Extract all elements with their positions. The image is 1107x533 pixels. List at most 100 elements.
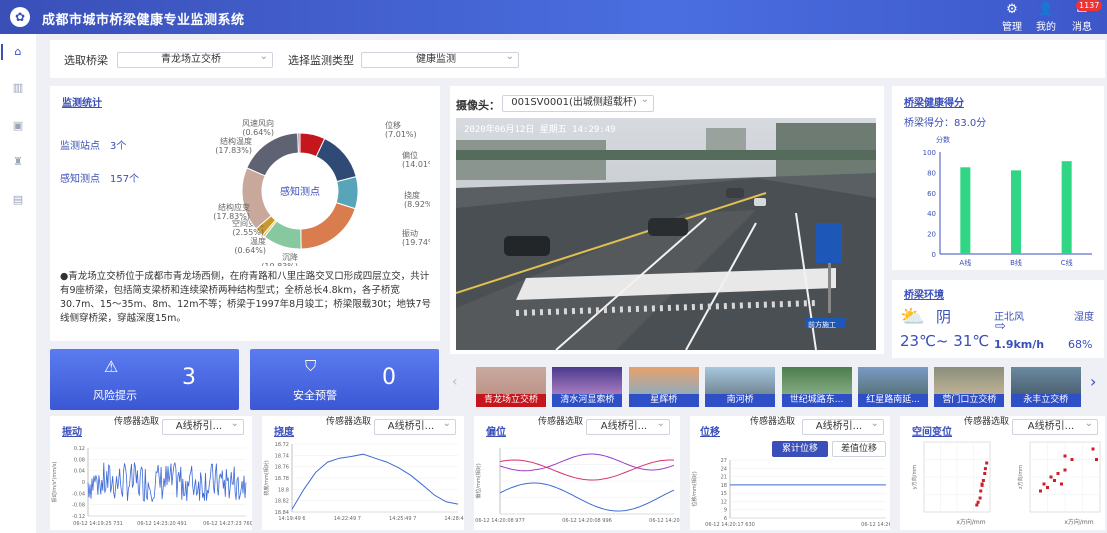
space-xlabel: x方向/mm [956, 518, 985, 526]
score-bar[interactable] [1011, 170, 1021, 254]
xtick-label: 06-12 14:27:23 760 [203, 521, 252, 527]
score-ytick: 40 [927, 210, 936, 218]
humidity-label: 湿度 [1074, 312, 1094, 323]
donut-pct: (0.64%) [242, 128, 274, 137]
space-offset-title: 空间变位 [912, 427, 952, 438]
camera-select[interactable]: 001SV0001(出城侧超载杆) [502, 95, 654, 112]
bridge-thumb-caption: 青龙场立交桥 [476, 394, 546, 407]
space-offset-point [1095, 458, 1098, 461]
donut-pct: (8.92%) [404, 200, 430, 209]
space-xlabel: x方向/mm [1064, 518, 1093, 526]
bridge-thumb[interactable]: 营门口立交桥 [934, 367, 1005, 407]
space-offset-point [975, 503, 979, 507]
deflection-chart: 18.7218.7418.7618.7818.818.8218.8414:19:… [263, 442, 464, 522]
points-value: 157个 [110, 174, 140, 185]
document-icon[interactable]: ▤ [10, 192, 26, 208]
diff-disp-button[interactable]: 差值位移 [832, 441, 886, 457]
stats-title: 监测统计 [62, 98, 102, 109]
stations-value: 3个 [110, 141, 127, 152]
xtick-label: 14:28:49 7 [444, 516, 464, 522]
vibration-title: 振动 [62, 427, 82, 438]
home-icon[interactable]: ⌂ [1, 44, 26, 60]
chart-icon[interactable]: ▥ [10, 80, 26, 96]
space-offset-point [983, 472, 987, 475]
ytick-label: 24 [721, 466, 727, 472]
logo-icon: ✿ [10, 7, 30, 27]
user-icon: 👤 [1037, 2, 1055, 17]
score-bar[interactable] [960, 167, 971, 254]
bridge-thumb[interactable]: 青龙场立交桥 [476, 367, 546, 407]
bridge-thumb-caption: 永丰立交桥 [1010, 394, 1081, 407]
donut-pct: (7.01%) [385, 130, 417, 139]
offset-sensor-select[interactable]: A线桥引... [586, 419, 670, 435]
vibration-sensor-select[interactable]: A线桥引... [162, 419, 244, 435]
deflection-sensor-select[interactable]: A线桥引... [374, 419, 456, 435]
space-sensor-select[interactable]: A线桥引... [1012, 419, 1098, 435]
donut-pct: (17.83%) [213, 212, 250, 221]
bridge-thumb[interactable]: 南河桥 [705, 367, 776, 407]
score-bar[interactable] [1061, 161, 1072, 254]
risk-alert-card[interactable]: ⚠ 风险提示 3 [50, 349, 239, 410]
space-offset-point [1049, 475, 1053, 479]
warning-icon: ⚠ [104, 357, 119, 376]
bridge-thumb[interactable]: 永丰立交桥 [1010, 367, 1081, 407]
space-offset-point [1046, 486, 1049, 489]
bridge-thumb-caption: 营门口立交桥 [934, 394, 1005, 407]
donut-pct: (10.83%) [261, 262, 298, 266]
wind-speed: 1.9km/h [994, 338, 1045, 351]
donut-segment[interactable] [300, 201, 356, 250]
messages-button[interactable]: ✉1137消息 [1066, 0, 1103, 33]
bridge-thumb-caption: 红星路南延... [858, 394, 928, 407]
donut-label: 结构温度 [220, 136, 252, 146]
donut-segment[interactable] [246, 132, 299, 177]
donut-label: 结构应变 [218, 202, 250, 212]
space-offset-point [1063, 454, 1067, 458]
donut-segment[interactable] [297, 132, 301, 154]
bridge-thumb[interactable]: 红星路南延... [858, 367, 928, 407]
y-axis-label: 偏位/mm(相对) [475, 463, 482, 498]
thumb-next-icon[interactable]: › [1090, 372, 1096, 391]
ytick-label: 9 [724, 508, 727, 514]
space-offset-point [985, 461, 989, 465]
offset-panel: 偏位 传感器选取 A线桥引... 06-12 14:20:08 97706-12… [474, 416, 680, 530]
donut-segment[interactable] [315, 137, 357, 183]
bridge-select[interactable]: 青龙场立交桥 [117, 52, 273, 68]
displacement-sensor-select[interactable]: A线桥引... [802, 419, 884, 435]
camera-feed[interactable]: 2020年06月12日 星期五 14:29:49 前方施工 [456, 118, 876, 350]
xtick-label: 06-12 14:20:08 977 [475, 518, 525, 524]
manage-button[interactable]: ⚙ 管理 [996, 2, 1028, 33]
ytick-label: 18.82 [275, 499, 289, 505]
score-xtick: C线 [1061, 258, 1073, 267]
cumulative-disp-button[interactable]: 累计位移 [772, 441, 828, 457]
ytick-label: 18 [721, 483, 727, 489]
score-bar-chart: 分数 0 20 40 60 80 100 A线 B线 C线 [923, 135, 1092, 267]
bridge-thumb[interactable]: 清水河显索桥 [552, 367, 623, 407]
safety-warning-card[interactable]: ⛉ 安全预警 0 [250, 349, 439, 410]
health-score-panel: 桥梁健康得分 桥梁得分：83.0分 分数 0 20 40 60 80 100 A线 B线 C线 [892, 86, 1104, 270]
mine-button[interactable]: 👤 我的 [1030, 2, 1062, 33]
monitor-type-select[interactable]: 健康监测 [361, 52, 519, 68]
bridge-thumb[interactable]: 世纪城路东... [781, 367, 852, 407]
space-offset-point [976, 500, 980, 504]
score-xtick: A线 [959, 258, 971, 267]
camera-timestamp: 2020年06月12日 星期五 14:29:49 [464, 123, 616, 135]
ytick-label: 21 [721, 475, 727, 481]
ytick-label: 0 [82, 480, 85, 486]
space-ylabel: z方向/mm [1017, 465, 1024, 489]
thumb-prev-icon[interactable]: ‹ [452, 374, 458, 390]
image-icon[interactable]: ▣ [10, 118, 26, 134]
score-ytick: 80 [927, 169, 936, 177]
ytick-label: 12 [721, 499, 727, 505]
xtick-label: 14:25:49 7 [389, 516, 416, 522]
space-ylabel: y方向/mm [911, 465, 918, 490]
ytick-label: -0.04 [72, 491, 85, 497]
donut-pct: (14.01%) [402, 160, 430, 169]
vibration-chart: 0.12 0.08 0.04 0 -0.04 -0.08 -0.12 振动/m/s²(mm/s… [51, 446, 252, 527]
bridge-thumb[interactable]: 星辉桥 [628, 367, 699, 407]
donut-pct: (19.74%) [402, 238, 430, 247]
score-ytick: 20 [927, 231, 936, 239]
space-offset-point [1039, 489, 1042, 493]
app-title: 成都市城市桥梁健康专业监测系统 [42, 13, 245, 28]
deflection-panel: 挠度 传感器选取 A线桥引... 18.72 18.74 18.76 18.78 18.… [262, 416, 464, 530]
alarm-icon[interactable]: ♜ [10, 154, 26, 170]
